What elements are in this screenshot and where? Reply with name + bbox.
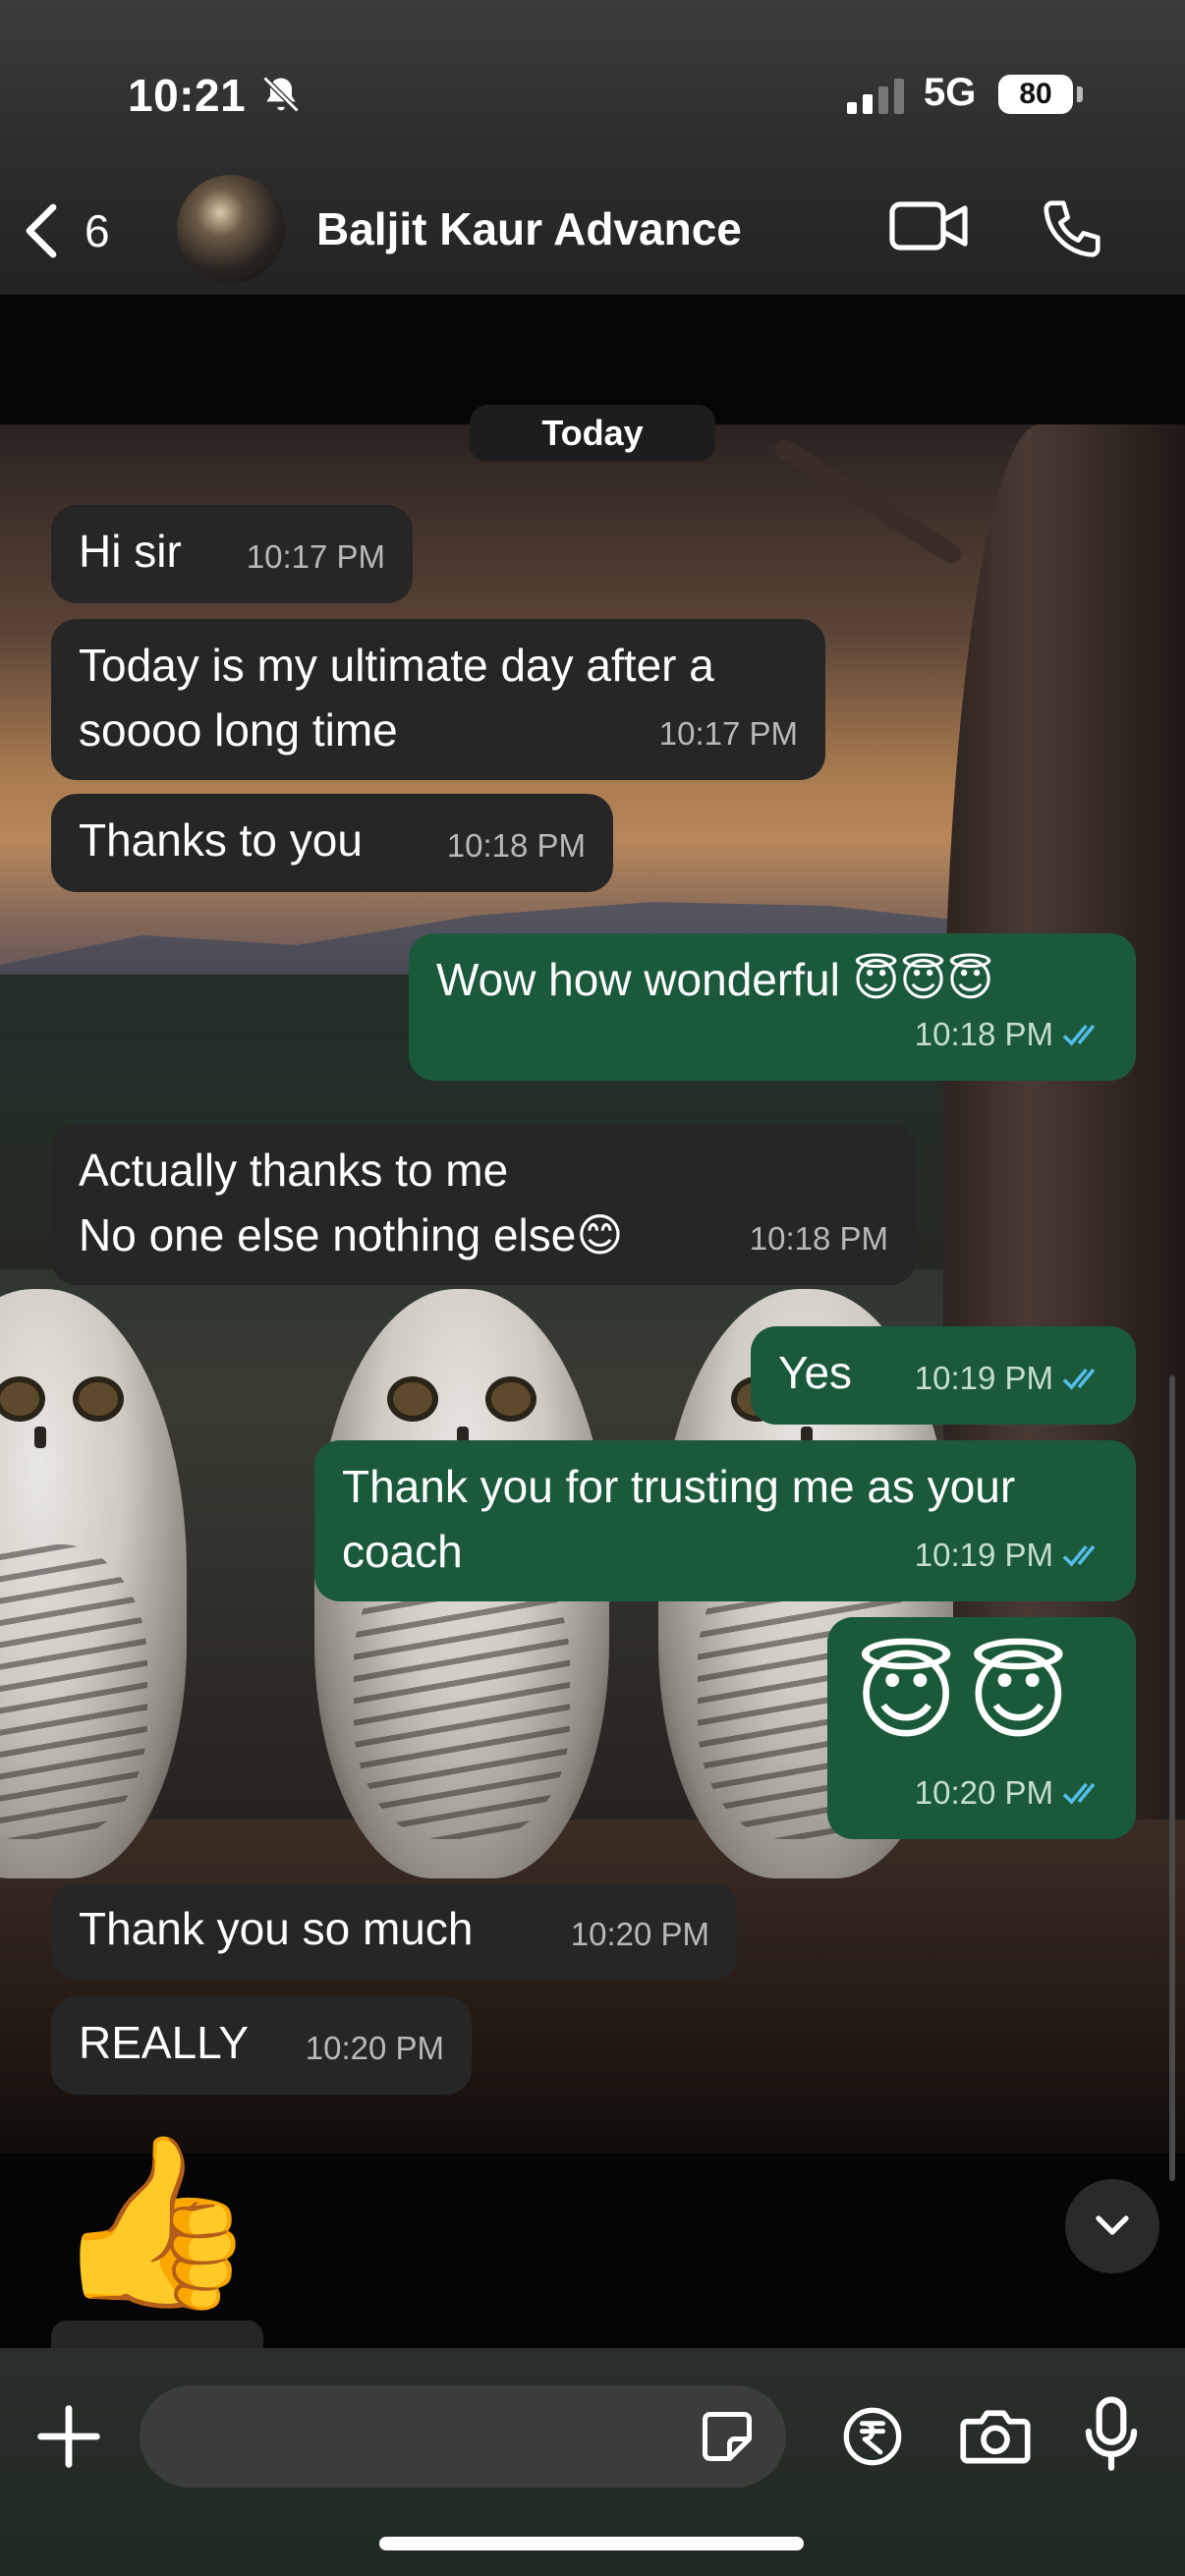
wallpaper-owl: [0, 1289, 187, 1878]
chevron-left-icon: [26, 203, 57, 258]
message-outgoing[interactable]: Thank you for trusting me as your coach …: [314, 1440, 1136, 1601]
message-outgoing[interactable]: 😇😇 10:20 PM: [827, 1617, 1136, 1839]
phone-icon[interactable]: [1038, 195, 1106, 263]
message-incoming[interactable]: REALLY 10:20 PM: [51, 1996, 472, 2095]
message-time: 10:17 PM: [658, 715, 798, 752]
network-type: 5G: [924, 71, 977, 114]
message-time: 10:19 PM: [914, 1537, 1053, 1573]
bell-off-icon: [262, 76, 300, 113]
message-emoji: 😇😇: [855, 1641, 1080, 1751]
status-time: 10:21: [128, 70, 247, 121]
message-time: 10:18 PM: [749, 1220, 888, 1257]
message-time: 10:19 PM: [914, 1360, 1053, 1396]
message-time: 10:20 PM: [570, 1916, 709, 1952]
double-check-icon: [1062, 1782, 1096, 1805]
message-time: 10:20 PM: [305, 2030, 444, 2066]
battery-tip: [1077, 86, 1083, 102]
message-time: 10:20 PM: [914, 1774, 1053, 1811]
sticker-icon[interactable]: [698, 2407, 757, 2466]
message-outgoing[interactable]: Wow how wonderful 😇😇😇 10:18 PM: [409, 933, 1136, 1081]
mic-icon[interactable]: [1081, 2395, 1142, 2474]
chat-header: 10:21 5G 80 6 Baljit Kaur Advance: [0, 0, 1185, 295]
message-incoming[interactable]: Actually thanks to me No one else nothin…: [51, 1124, 916, 1285]
message-incoming[interactable]: Thank you so much 10:20 PM: [51, 1882, 737, 1981]
message-meta: 10:19 PM: [915, 1523, 1108, 1588]
unread-count: 6: [85, 205, 110, 256]
double-check-icon: [1062, 1024, 1096, 1046]
message-incoming[interactable]: Thanks to you 10:18 PM: [51, 794, 613, 892]
message-time: 10:18 PM: [914, 1016, 1053, 1052]
message-time: 10:18 PM: [446, 827, 586, 864]
message-meta: 10:18 PM: [915, 1002, 1108, 1067]
message-time: 10:17 PM: [246, 538, 385, 575]
message-incoming[interactable]: Today is my ultimate day after a soooo l…: [51, 619, 825, 780]
message-meta: 10:19 PM: [915, 1346, 1108, 1411]
chevron-down-icon: [1096, 2215, 1129, 2235]
plus-icon[interactable]: [35, 2403, 102, 2470]
rupee-icon[interactable]: [841, 2405, 904, 2468]
date-divider: Today: [470, 405, 715, 462]
wallpaper-ground: [0, 1820, 1185, 2154]
scrollbar[interactable]: [1169, 1375, 1175, 2181]
thumbs-up-emoji[interactable]: 👍: [51, 2124, 259, 2321]
avatar[interactable]: [177, 175, 285, 283]
message-input[interactable]: [140, 2385, 786, 2488]
home-indicator[interactable]: [379, 2537, 804, 2550]
message-incoming[interactable]: Hi sir 10:17 PM: [51, 505, 413, 603]
contact-name[interactable]: Baljit Kaur Advance: [316, 202, 742, 255]
video-icon[interactable]: [888, 196, 971, 255]
back-button[interactable]: 6: [22, 196, 130, 265]
battery-indicator: 80: [998, 75, 1073, 114]
double-check-icon: [1062, 1544, 1096, 1567]
wallpaper-branch: [770, 435, 965, 568]
camera-icon[interactable]: [959, 2403, 1032, 2468]
signal-icon: [847, 79, 904, 114]
scroll-to-bottom-button[interactable]: [1065, 2179, 1159, 2273]
message-outgoing[interactable]: Yes 10:19 PM: [751, 1326, 1136, 1425]
double-check-icon: [1062, 1368, 1096, 1390]
message-meta: 10:20 PM: [915, 1761, 1108, 1825]
